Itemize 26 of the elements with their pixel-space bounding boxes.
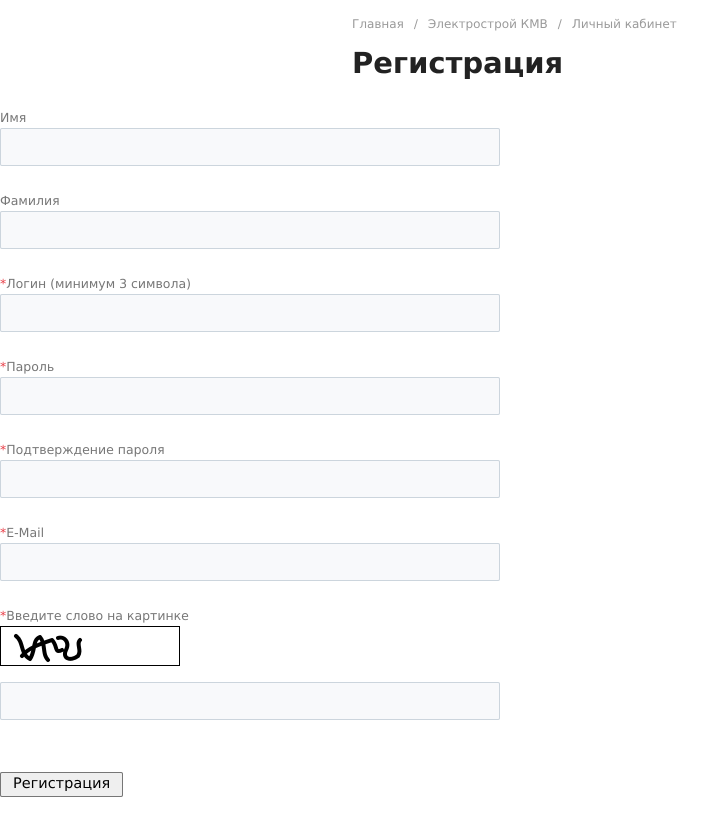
required-mark: * (0, 608, 6, 623)
required-mark: * (0, 525, 6, 540)
field-label: Фамилия (0, 193, 60, 208)
breadcrumb-separator: / (558, 16, 562, 32)
required-mark: * (0, 276, 6, 291)
captcha-input-field[interactable] (0, 682, 500, 720)
page-title: Регистрация (352, 45, 564, 82)
input-field[interactable] (0, 377, 500, 415)
input-field[interactable] (0, 128, 500, 166)
field-label: E-Mail (6, 525, 44, 540)
breadcrumb-link[interactable]: Личный кабинет (572, 16, 677, 32)
submit-button[interactable]: Регистрация (0, 772, 124, 797)
field-label: Подтверждение пароля (6, 442, 165, 457)
breadcrumb-link[interactable]: Электрострой КМВ (428, 16, 548, 32)
field-label: Логин (минимум 3 символа) (6, 276, 191, 291)
required-mark: * (0, 359, 6, 374)
breadcrumb-link[interactable]: Главная (352, 16, 404, 32)
input-field[interactable] (0, 460, 500, 498)
input-field[interactable] (0, 211, 500, 249)
field-label: Имя (0, 110, 26, 125)
field-label: Пароль (6, 359, 54, 374)
breadcrumb-separator: / (414, 16, 418, 32)
input-field[interactable] (0, 543, 500, 581)
field-label: Введите слово на картинке (6, 608, 189, 623)
input-field[interactable] (0, 294, 500, 332)
required-mark: * (0, 442, 6, 457)
